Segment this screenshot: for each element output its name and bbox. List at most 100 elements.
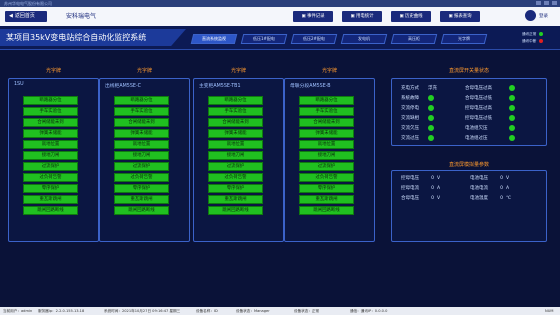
- annunciator-indicator: 手车实验位: [299, 107, 354, 116]
- status-dot-icon: [539, 39, 544, 43]
- annunciator-indicator: 合闸储能未到: [299, 118, 354, 127]
- annunciator-indicator: 重瓦斯跳闸: [23, 195, 78, 204]
- annunciator-indicator: 断路器分位: [299, 96, 354, 105]
- device-name: 母联分段AM5SE-B: [290, 84, 331, 89]
- annunciator-indicator: 手车实验位: [23, 107, 78, 116]
- panel-title: 光字牌: [230, 68, 246, 74]
- annunciator-indicator: 过负荷告警: [208, 173, 263, 182]
- annunciator-list: 断路器分位 手车实验位 合闸储能未到 弹簧未储能 就地位置 接地刀闸 过流保护 过负荷告警 零序…: [114, 96, 169, 217]
- dc-switch-row: 合母电压过低: [465, 94, 515, 104]
- status-led-icon: [509, 84, 515, 91]
- dc-switch-row: 充电方式 浮充: [401, 84, 441, 94]
- annunciator-indicator: 过流保护: [299, 162, 354, 171]
- tab-annunciator[interactable]: 光字牌: [440, 34, 488, 44]
- status-numlock: NUM: [545, 309, 554, 313]
- measure-value: 0: [500, 176, 503, 181]
- annunciator-indicator: 就地位置: [299, 140, 354, 149]
- dc-switch-row: 系统故障: [401, 94, 434, 104]
- event-log-button[interactable]: ▣ 事件记录: [293, 11, 333, 22]
- annunciator-indicator: 跳闸回路断线: [114, 206, 169, 215]
- toolbar-buttons: ▣ 事件记录 ▣ 用电统计 ▣ 历史曲线 ▣ 报表查询: [293, 11, 480, 22]
- switch-label: 合母电压过低: [465, 96, 492, 101]
- home-label: 返回首页: [14, 13, 35, 19]
- measure-value: 0: [431, 186, 434, 191]
- annunciator-indicator: 断路器分位: [208, 96, 263, 105]
- dc-measure-row: 电池温度 0 ℃: [470, 194, 514, 204]
- measure-value: 0: [431, 196, 434, 201]
- measure-label: 电池温度: [470, 196, 488, 201]
- dc-switch-row: 电池组欠压: [465, 124, 515, 134]
- dc-switch-title: 直流屏开关量状态: [448, 68, 489, 74]
- home-button[interactable]: ◀ 返回首页: [5, 11, 47, 22]
- nav-tabs: 直流系统监视 低压1#配电 低压2#配电 发电机 高压柜 光字牌: [190, 34, 488, 44]
- status-led-icon: [509, 134, 515, 141]
- annunciator-panel: 母联分段AM5SE-B 断路器分位 手车实验位 合闸储能未到 弹簧未储能 就地位置 接地刀…: [284, 78, 375, 242]
- switch-label: 充电方式: [401, 86, 419, 91]
- annunciator-panel: 出线柜AM5SE-C 断路器分位手车实验位合闸储能未到 弹簧未储能就地位置接地刀闸…: [99, 78, 190, 242]
- annunciator-indicator: 弹簧未储能: [208, 129, 263, 138]
- status-led-icon: [428, 94, 434, 101]
- back-arrow-icon: ◀: [9, 13, 13, 19]
- dc-switch-row: 控母电压过高: [465, 104, 515, 114]
- annunciator-indicator: 就地位置: [114, 140, 169, 149]
- usage-stats-button[interactable]: ▣ 用电统计: [342, 11, 382, 22]
- status-dot-icon: [539, 32, 544, 36]
- dc-switch-row: 交流停电: [401, 104, 434, 114]
- tab-low-voltage-2[interactable]: 低压2#配电: [290, 34, 338, 44]
- status-led-icon: [428, 104, 434, 111]
- switch-label: 系统故障: [401, 96, 419, 101]
- annunciator-indicator: 就地位置: [208, 140, 263, 149]
- annunciator-indicator: 过流保护: [114, 162, 169, 171]
- panel-title: 光字牌: [136, 68, 152, 74]
- history-curve-button[interactable]: ▣ 历史曲线: [391, 11, 431, 22]
- annunciator-indicator: 手车实验位: [208, 107, 263, 116]
- measure-label: 控母电压: [401, 176, 419, 181]
- measure-value: 0: [500, 196, 503, 201]
- switch-label: 电池组过压: [465, 136, 488, 141]
- status-time: 系统时间：2021年10月27日 09:16:47 星期三: [104, 309, 181, 313]
- annunciator-indicator: 弹簧未储能: [299, 129, 354, 138]
- dc-switch-row: 交流欠压: [401, 124, 434, 134]
- measure-unit: V: [437, 176, 441, 181]
- annunciator-indicator: 弹簧未储能: [114, 129, 169, 138]
- switch-label: 交流欠压: [401, 126, 419, 131]
- tab-hv-cabinet[interactable]: 高压柜: [390, 34, 438, 44]
- annunciator-list: 断路器分位 手车实验位 合闸储能未到 弹簧未储能 就地位置 接地刀闸 过流保护 过负荷告警 零序…: [208, 96, 263, 217]
- minimize-icon[interactable]: [536, 1, 541, 5]
- annunciator-indicator: 合闸储能未到: [114, 118, 169, 127]
- maximize-icon[interactable]: [544, 1, 549, 5]
- measure-unit: V: [437, 196, 441, 201]
- measure-unit: A: [506, 186, 510, 191]
- annunciator-list: 断路器分位 手车实验位 合闸储能未到 弹簧未储能 就地位置 接地刀闸 过流保护 过负荷告警 零序…: [299, 96, 354, 217]
- status-device-state: 设备状态：正常: [294, 309, 320, 313]
- status-led-icon: [509, 104, 515, 111]
- tab-generator[interactable]: 发电机: [340, 34, 388, 44]
- annunciator-indicator: 接地刀闸: [23, 151, 78, 160]
- annunciator-indicator: 接地刀闸: [208, 151, 263, 160]
- switch-label: 控母电压过低: [465, 116, 492, 121]
- annunciator-indicator: 弹簧未储能: [23, 129, 78, 138]
- tab-dc-monitor[interactable]: 直流系统监视: [190, 34, 238, 44]
- annunciator-indicator: 重瓦斯跳闸: [208, 195, 263, 204]
- panel-title: 光字牌: [321, 68, 337, 74]
- annunciator-indicator: 接地刀闸: [114, 151, 169, 160]
- tab-low-voltage-1[interactable]: 低压1#配电: [240, 34, 288, 44]
- measure-label: 电池电流: [470, 186, 488, 191]
- annunciator-indicator: 零序保护: [208, 184, 263, 193]
- annunciator-panel: 主变柜AM5SE-TB1 断路器分位 手车实验位 合闸储能未到 弹簧未储能 就地位置 接地…: [193, 78, 284, 242]
- dc-switch-row: 合母电压过高: [465, 84, 515, 94]
- annunciator-indicator: 断路器分位: [114, 96, 169, 105]
- annunciator-indicator: 重瓦斯跳闸: [114, 195, 169, 204]
- annunciator-indicator: 合闸储能未到: [23, 118, 78, 127]
- close-icon[interactable]: [552, 1, 557, 5]
- comm-legend: 通讯正常 通讯中断: [522, 31, 544, 45]
- annunciator-panel: 1SU 断路器分位 手车实验位 合闸储能未到 弹簧未储能 就地位置 接地刀闸 过流保护 过负荷…: [8, 78, 99, 242]
- dc-switch-row: 电池组过压: [465, 134, 515, 144]
- measure-unit: V: [506, 176, 510, 181]
- measure-value: 0: [500, 186, 503, 191]
- annunciator-indicator: 过负荷告警: [114, 173, 169, 182]
- annunciator-indicator: 手车实验位: [114, 107, 169, 116]
- report-query-button[interactable]: ▣ 报表查询: [440, 11, 480, 22]
- device-name: 出线柜AM5SE-C: [105, 84, 142, 89]
- status-device-name: 设备名称：ID: [196, 309, 218, 313]
